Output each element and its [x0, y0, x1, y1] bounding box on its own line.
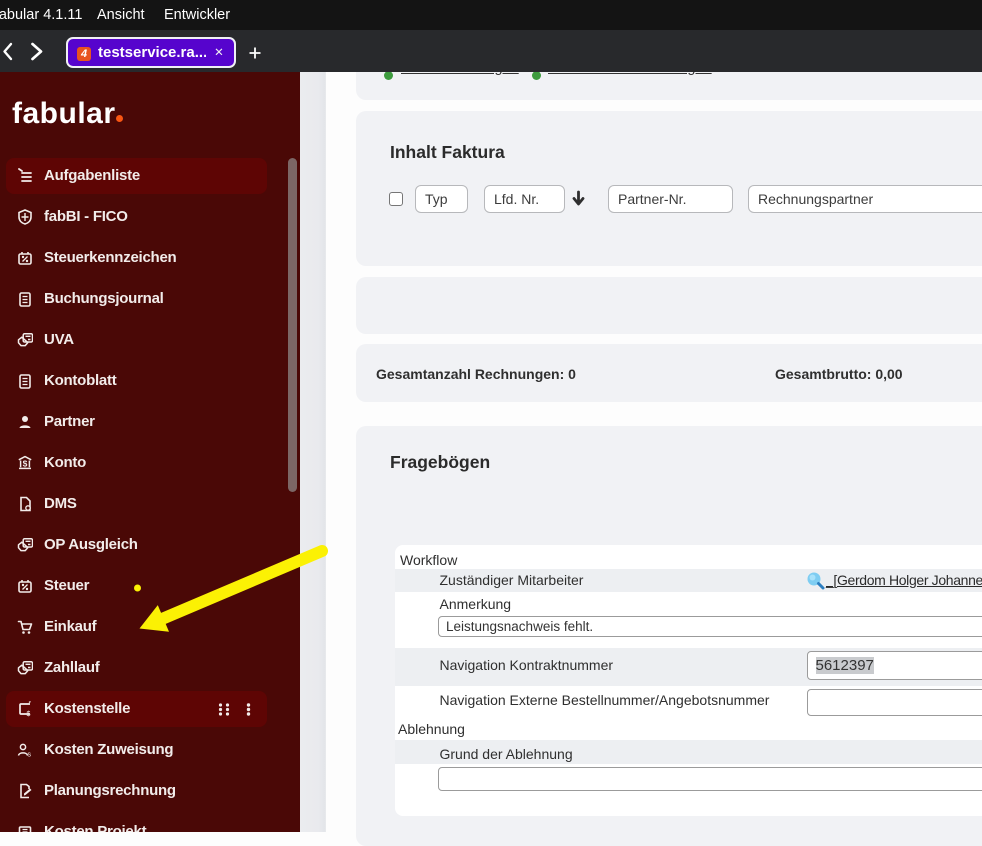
svg-text:s: s — [28, 752, 32, 759]
svg-text:$: $ — [27, 711, 31, 717]
svg-text:$: $ — [23, 458, 28, 468]
